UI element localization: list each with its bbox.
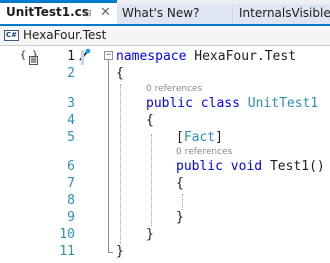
- code-line: 11 }: [0, 243, 330, 260]
- attribute-open-bracket: [: [176, 130, 184, 145]
- code-editor[interactable]: { } ▦ − 1 namespace HexaFour.Test 2 { 0 …: [0, 46, 330, 263]
- navigation-bar[interactable]: C# HexaFour.Test: [0, 26, 330, 46]
- code-line: 7 {: [0, 175, 330, 192]
- line-number: 11: [59, 244, 75, 259]
- line-number: 2: [67, 66, 75, 81]
- method-signature: Test1(): [269, 159, 325, 174]
- code-text: [Fact]: [176, 129, 223, 146]
- code-line: 6 public void Test1(): [0, 158, 330, 175]
- line-number: 9: [67, 210, 75, 225]
- code-line: 1 namespace HexaFour.Test: [0, 48, 330, 65]
- code-text: public void Test1(): [176, 158, 325, 175]
- code-text: public class UnitTest1: [146, 95, 318, 112]
- line-number: 6: [67, 159, 75, 174]
- codelens-references[interactable]: 0 references: [176, 147, 232, 157]
- line-number: 7: [67, 176, 75, 191]
- pin-icon[interactable]: ⊟: [84, 10, 92, 19]
- line-number: 1: [67, 49, 75, 64]
- code-line: 2 {: [0, 65, 330, 82]
- line-number: 10: [59, 227, 75, 242]
- tab-label: UnitTest1.cs: [6, 5, 89, 19]
- code-line: 5 [Fact]: [0, 129, 330, 146]
- tab-label: InternalsVisibleTo: [239, 6, 330, 20]
- keyword-public: public: [176, 159, 223, 174]
- code-text: {: [146, 113, 154, 128]
- code-text: }: [146, 227, 154, 242]
- code-text: }: [176, 210, 184, 225]
- tab-internals-visible-to[interactable]: InternalsVisibleTo: [234, 4, 330, 24]
- line-number: 4: [67, 113, 75, 128]
- code-text: {: [176, 176, 184, 191]
- tab-unittest1[interactable]: UnitTest1.cs ⊟ ✕: [0, 0, 117, 24]
- scope-dropdown[interactable]: HexaFour.Test: [23, 28, 106, 42]
- class-name: UnitTest1: [247, 96, 319, 111]
- code-line: 3 public class UnitTest1: [0, 95, 330, 112]
- attribute-close-bracket: ]: [215, 130, 223, 145]
- code-text: namespace HexaFour.Test: [116, 48, 296, 65]
- line-number: 8: [67, 193, 75, 208]
- code-line: 9 }: [0, 209, 330, 226]
- code-text: }: [116, 244, 124, 259]
- codelens-references[interactable]: 0 references: [146, 84, 202, 94]
- keyword-public: public: [146, 96, 193, 111]
- line-number: 5: [67, 130, 75, 145]
- tab-label: What's New?: [122, 6, 200, 20]
- keyword-void: void: [222, 159, 270, 174]
- line-number: 3: [67, 96, 75, 111]
- code-line: 10 }: [0, 226, 330, 243]
- keyword-namespace: namespace: [116, 49, 187, 64]
- close-icon[interactable]: ✕: [100, 6, 111, 19]
- document-tab-strip: UnitTest1.cs ⊟ ✕ What's New? InternalsVi…: [0, 0, 330, 24]
- code-line: 4 {: [0, 112, 330, 129]
- code-line: 8: [0, 192, 330, 209]
- code-text: {: [116, 66, 124, 81]
- tab-whats-new[interactable]: What's New?: [117, 4, 233, 24]
- namespace-name: HexaFour.Test: [186, 49, 297, 64]
- csharp-file-icon: C#: [4, 30, 19, 41]
- keyword-class: class: [192, 96, 248, 111]
- attribute-name: Fact: [183, 130, 216, 145]
